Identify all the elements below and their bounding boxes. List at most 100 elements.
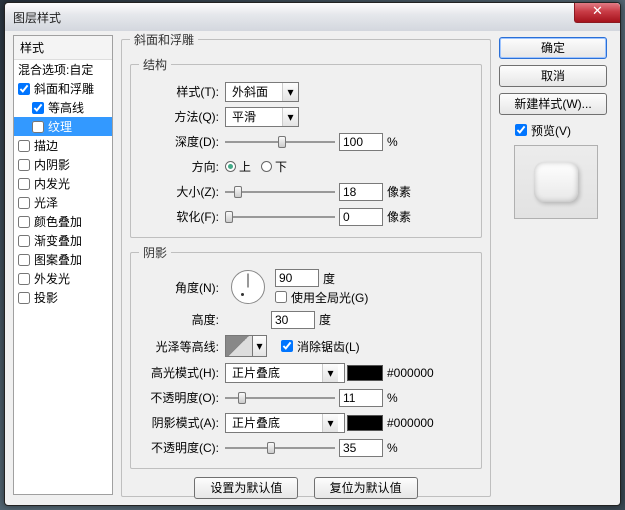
global-light-label: 使用全局光(G) [291, 289, 368, 306]
set-default-button[interactable]: 设置为默认值 [194, 477, 298, 499]
close-button[interactable]: ✕ [574, 3, 620, 23]
altitude-label: 高度: [139, 311, 225, 328]
preview-shape [534, 162, 578, 202]
direction-down-radio[interactable]: 下 [261, 158, 287, 175]
size-unit: 像素 [387, 183, 411, 200]
shadow-mode-label: 阴影模式(A): [139, 414, 225, 431]
style-item-checkbox[interactable] [18, 254, 30, 266]
style-item-描边[interactable]: 描边 [14, 136, 112, 155]
style-item-checkbox[interactable] [18, 235, 30, 247]
style-item-checkbox[interactable] [18, 197, 30, 209]
style-item-内发光[interactable]: 内发光 [14, 174, 112, 193]
style-label: 样式(T): [139, 83, 225, 100]
shadow-opacity-slider[interactable] [225, 441, 335, 455]
style-item-光泽[interactable]: 光泽 [14, 193, 112, 212]
global-light-checkbox[interactable] [275, 291, 287, 303]
style-item-label: 投影 [34, 289, 58, 306]
highlight-mode-combo[interactable]: 正片叠底 ▾ [225, 363, 345, 383]
angle-unit: 度 [323, 270, 335, 287]
style-item-内阴影[interactable]: 内阴影 [14, 155, 112, 174]
dialog-body: 样式 混合选项:自定 斜面和浮雕等高线纹理描边内阴影内发光光泽颜色叠加渐变叠加图… [5, 31, 620, 505]
soften-input[interactable] [339, 208, 383, 226]
depth-label: 深度(D): [139, 133, 225, 150]
style-item-label: 渐变叠加 [34, 232, 82, 249]
method-combo[interactable]: 平滑 ▾ [225, 107, 299, 127]
style-item-等高线[interactable]: 等高线 [14, 98, 112, 117]
style-item-checkbox[interactable] [32, 102, 44, 114]
depth-input[interactable] [339, 133, 383, 151]
highlight-opacity-slider[interactable] [225, 391, 335, 405]
method-label: 方法(Q): [139, 108, 225, 125]
shadow-opacity-input[interactable] [339, 439, 383, 457]
highlight-mode-label: 高光模式(H): [139, 364, 225, 381]
style-item-label: 外发光 [34, 270, 70, 287]
preview-box [514, 145, 598, 219]
style-item-纹理[interactable]: 纹理 [14, 117, 112, 136]
shadow-opacity-unit: % [387, 441, 398, 455]
style-item-渐变叠加[interactable]: 渐变叠加 [14, 231, 112, 250]
direction-up-radio[interactable]: 上 [225, 158, 251, 175]
chevron-down-icon: ▾ [282, 108, 298, 126]
ok-button[interactable]: 确定 [499, 37, 607, 59]
depth-slider[interactable] [225, 135, 335, 149]
chevron-down-icon: ▾ [322, 414, 338, 432]
angle-input[interactable] [275, 269, 319, 287]
style-item-label: 等高线 [48, 99, 84, 116]
style-item-斜面和浮雕[interactable]: 斜面和浮雕 [14, 79, 112, 98]
reset-default-button[interactable]: 复位为默认值 [314, 477, 418, 499]
highlight-opacity-label: 不透明度(O): [139, 389, 225, 406]
style-item-checkbox[interactable] [18, 83, 30, 95]
style-item-外发光[interactable]: 外发光 [14, 269, 112, 288]
style-item-checkbox[interactable] [18, 216, 30, 228]
style-item-checkbox[interactable] [18, 159, 30, 171]
soften-label: 软化(F): [139, 208, 225, 225]
style-item-checkbox[interactable] [18, 140, 30, 152]
style-item-label: 内发光 [34, 175, 70, 192]
new-style-button[interactable]: 新建样式(W)... [499, 93, 607, 115]
angle-label: 角度(N): [139, 279, 225, 296]
soften-unit: 像素 [387, 208, 411, 225]
style-item-投影[interactable]: 投影 [14, 288, 112, 307]
altitude-unit: 度 [319, 311, 331, 328]
titlebar[interactable]: 图层样式 ✕ [5, 3, 620, 31]
cancel-button[interactable]: 取消 [499, 65, 607, 87]
size-input[interactable] [339, 183, 383, 201]
right-panel: 确定 取消 新建样式(W)... 预览(V) [499, 37, 613, 219]
style-item-checkbox[interactable] [32, 121, 44, 133]
style-item-label: 内阴影 [34, 156, 70, 173]
highlight-opacity-unit: % [387, 391, 398, 405]
blend-options-label: 混合选项:自定 [18, 61, 93, 78]
altitude-input[interactable] [271, 311, 315, 329]
angle-wheel[interactable] [231, 270, 265, 304]
style-item-图案叠加[interactable]: 图案叠加 [14, 250, 112, 269]
soften-slider[interactable] [225, 210, 335, 224]
style-item-颜色叠加[interactable]: 颜色叠加 [14, 212, 112, 231]
style-item-label: 光泽 [34, 194, 58, 211]
style-item-label: 颜色叠加 [34, 213, 82, 230]
highlight-color-swatch[interactable] [347, 365, 383, 381]
style-combo[interactable]: 外斜面 ▾ [225, 82, 299, 102]
direction-label: 方向: [139, 158, 225, 175]
shadow-color-swatch[interactable] [347, 415, 383, 431]
style-item-checkbox[interactable] [18, 292, 30, 304]
style-item-checkbox[interactable] [18, 178, 30, 190]
shadow-mode-combo[interactable]: 正片叠底 ▾ [225, 413, 345, 433]
blend-options-row[interactable]: 混合选项:自定 [14, 60, 112, 79]
shading-legend: 阴影 [139, 244, 171, 261]
highlight-hex: #000000 [387, 366, 434, 380]
chevron-down-icon[interactable]: ▾ [253, 335, 267, 357]
antialias-checkbox[interactable] [281, 340, 293, 352]
styles-header: 样式 [14, 36, 112, 60]
gloss-contour-picker[interactable] [225, 335, 253, 357]
depth-unit: % [387, 135, 398, 149]
structure-legend: 结构 [139, 56, 171, 73]
window-title: 图层样式 [13, 9, 61, 26]
highlight-opacity-input[interactable] [339, 389, 383, 407]
shadow-opacity-label: 不透明度(C): [139, 439, 225, 456]
preview-label: 预览(V) [531, 122, 571, 139]
preview-checkbox[interactable] [515, 124, 527, 136]
structure-group: 结构 样式(T): 外斜面 ▾ 方法(Q): 平滑 ▾ 深度 [130, 56, 482, 238]
size-slider[interactable] [225, 185, 335, 199]
style-item-checkbox[interactable] [18, 273, 30, 285]
shading-group: 阴影 角度(N): 度 使用全局光(G) [130, 244, 482, 469]
